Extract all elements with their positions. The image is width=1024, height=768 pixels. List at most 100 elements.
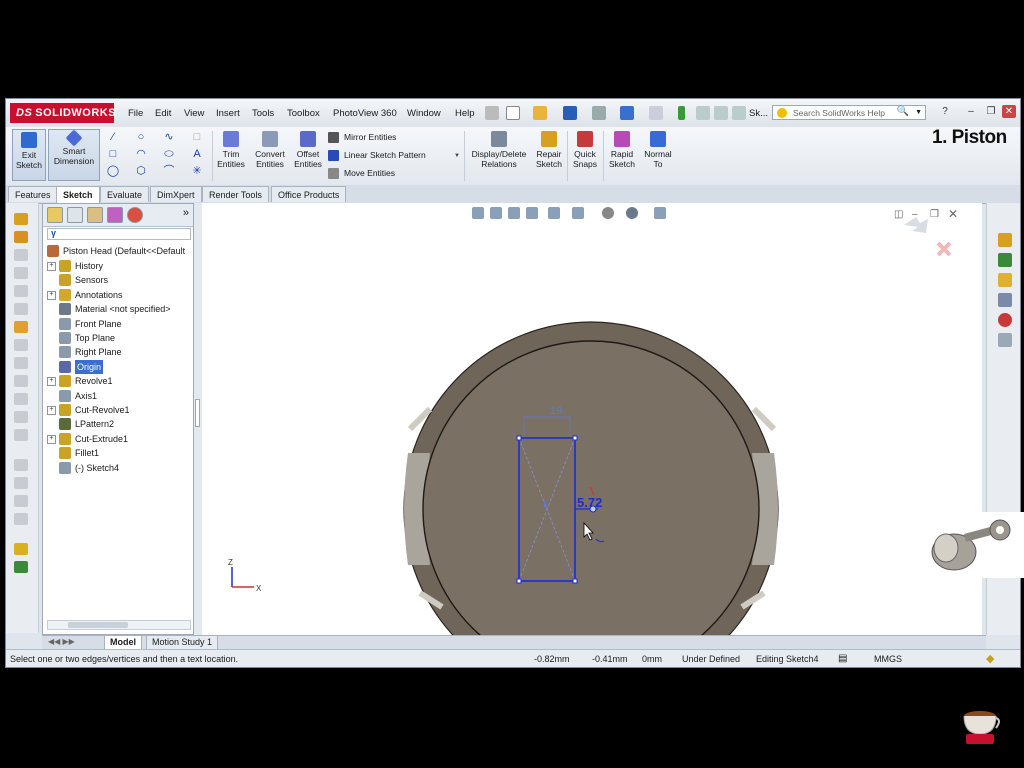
tab-motion-study[interactable]: Motion Study 1	[146, 636, 219, 650]
loft-icon[interactable]	[14, 267, 28, 279]
menu-file[interactable]: File	[128, 108, 143, 119]
design-library-icon[interactable]	[998, 253, 1012, 267]
menu-window[interactable]: Window	[407, 108, 441, 119]
tab-features[interactable]: Features	[8, 186, 58, 202]
file-explorer-icon[interactable]	[998, 273, 1012, 287]
linear-sketch-pattern-button[interactable]: Linear Sketch Pattern	[328, 148, 426, 162]
cut-icon[interactable]	[14, 303, 28, 315]
offset-entities-button[interactable]: Offset Entities	[290, 129, 326, 181]
save-icon[interactable]	[563, 106, 577, 120]
status-units[interactable]: MMGS	[874, 650, 902, 667]
help-tag-icon[interactable]: ◆	[986, 650, 994, 667]
help-icon[interactable]: ?	[938, 105, 952, 118]
quick-snaps-button[interactable]: Quick Snaps	[569, 129, 601, 181]
hole-icon[interactable]	[14, 321, 28, 333]
splitter-grip[interactable]	[195, 399, 200, 427]
piston-model[interactable]	[403, 321, 779, 635]
menu-photoview[interactable]: PhotoView 360	[333, 108, 397, 119]
expand-toggle-icon[interactable]: +	[47, 406, 56, 415]
flex-icon[interactable]	[14, 513, 28, 525]
smart-dimension-button[interactable]: Smart Dimension	[48, 129, 100, 181]
ellipse-icon[interactable]: ⬭	[162, 147, 176, 161]
property-manager-tab-icon[interactable]	[67, 207, 83, 223]
menu-help[interactable]: Help	[455, 108, 475, 119]
sweep-icon[interactable]	[14, 249, 28, 261]
boundary-icon[interactable]	[14, 285, 28, 297]
rib-icon[interactable]	[14, 375, 28, 387]
vertex[interactable]	[516, 435, 522, 441]
polygon-icon[interactable]: ⬡	[134, 164, 148, 178]
tree-filter[interactable]: γ	[47, 228, 191, 240]
expand-toggle-icon[interactable]: +	[47, 434, 56, 444]
reference-geometry-icon[interactable]	[14, 543, 28, 555]
sketch-quick-menu[interactable]: Sk...	[749, 108, 768, 119]
search-icon[interactable]: 🔍	[897, 106, 909, 117]
close-button[interactable]: ✕	[1002, 105, 1016, 118]
plane-sketch-icon[interactable]: □	[190, 130, 204, 144]
scrollbar-thumb[interactable]	[68, 622, 128, 628]
grid-icon[interactable]	[732, 106, 746, 120]
point-icon[interactable]: ✳	[190, 164, 204, 178]
dome-icon[interactable]	[14, 495, 28, 507]
circle-icon[interactable]: ○	[134, 130, 148, 144]
tab-render-tools[interactable]: Render Tools	[202, 186, 269, 202]
trim-entities-button[interactable]: Trim Entities	[214, 129, 248, 181]
display-delete-relations-button[interactable]: Display/Delete Relations	[466, 129, 532, 181]
expand-icon[interactable]: »	[183, 207, 189, 219]
mirror-entities-button[interactable]: Mirror Entities	[328, 130, 396, 144]
rectangle-icon[interactable]: □	[106, 147, 120, 161]
solidworks-logo[interactable]: DS SOLIDWORKS	[10, 103, 116, 123]
vertex[interactable]	[516, 578, 522, 584]
convert-entities-button[interactable]: Convert Entities	[250, 129, 290, 181]
chamfer-icon[interactable]	[14, 357, 28, 369]
restore-button[interactable]: ❐	[984, 105, 998, 118]
revolve-icon[interactable]	[14, 231, 28, 243]
solidworks-resources-icon[interactable]	[998, 233, 1012, 247]
fillet-icon[interactable]	[14, 339, 28, 351]
menu-tools[interactable]: Tools	[252, 108, 274, 119]
rebuild-icon[interactable]	[678, 106, 685, 120]
vertex[interactable]	[572, 435, 578, 441]
graphics-area[interactable]: ◫ – ❐ ✕ 19 5.72 Z X	[202, 203, 982, 635]
exit-sketch-corner-icon[interactable]	[904, 217, 928, 233]
rebuild-status-icon[interactable]: ▤	[838, 650, 847, 667]
menu-insert[interactable]: Insert	[216, 108, 240, 119]
search-box[interactable]: Search SolidWorks Help 🔍 ▼	[772, 105, 926, 120]
minimize-button[interactable]: –	[964, 105, 978, 118]
tree-scrollbar[interactable]	[47, 620, 191, 630]
feature-tree-tab-icon[interactable]	[47, 207, 63, 223]
rapid-sketch-button[interactable]: Rapid Sketch	[605, 129, 639, 181]
tab-office-products[interactable]: Office Products	[271, 186, 347, 202]
new-document-icon[interactable]	[506, 106, 520, 120]
confirmation-corner[interactable]	[904, 217, 952, 257]
text-icon[interactable]: A	[190, 147, 204, 161]
menu-view[interactable]: View	[184, 108, 204, 119]
mirror-feature-icon[interactable]	[14, 459, 28, 471]
vertex[interactable]	[572, 578, 578, 584]
draft-icon[interactable]	[14, 411, 28, 423]
pattern-icon[interactable]	[14, 429, 28, 441]
spline-icon[interactable]: ∿	[162, 130, 176, 144]
tab-evaluate[interactable]: Evaluate	[100, 186, 150, 202]
line-icon[interactable]: ∕	[106, 130, 120, 144]
display-manager-tab-icon[interactable]	[127, 207, 143, 223]
model-canvas[interactable]: 19 5.72 Z X	[202, 203, 982, 635]
tab-sketch[interactable]: Sketch	[56, 186, 100, 203]
undo-icon[interactable]	[620, 106, 634, 120]
normal-to-button[interactable]: Normal To	[641, 129, 675, 181]
search-input[interactable]: Search SolidWorks Help	[793, 108, 885, 118]
move-entities-button[interactable]: Move Entities	[328, 166, 395, 180]
cancel-corner-icon[interactable]	[936, 241, 952, 257]
fillet-sketch-icon[interactable]: ⌒	[162, 164, 176, 178]
dimension-offset[interactable]: 5.72	[577, 495, 602, 510]
tab-model[interactable]: Model	[104, 636, 142, 650]
tab-dimxpert[interactable]: DimXpert	[150, 186, 202, 202]
chevron-down-icon[interactable]: ▼	[915, 109, 922, 116]
menu-edit[interactable]: Edit	[155, 108, 171, 119]
chevron-down-icon[interactable]: ▼	[454, 153, 460, 159]
exit-sketch-button[interactable]: Exit Sketch	[12, 129, 46, 181]
configuration-tab-icon[interactable]	[87, 207, 103, 223]
open-folder-icon[interactable]	[533, 106, 547, 120]
panel-splitter[interactable]	[194, 203, 202, 635]
expand-toggle-icon[interactable]: +	[47, 377, 56, 387]
